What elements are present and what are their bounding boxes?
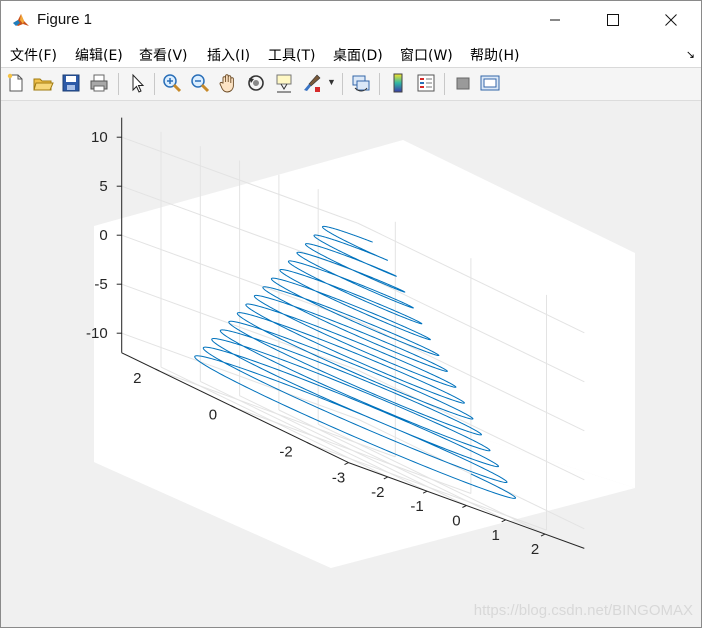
matlab-logo-icon (12, 11, 30, 29)
brush-dropdown-icon[interactable]: ▼ (327, 77, 336, 87)
x-tick-label: -2 (371, 484, 384, 501)
brush-icon[interactable] (301, 72, 323, 94)
data-cursor-icon[interactable] (273, 72, 295, 94)
y-tick-label: -2 (279, 443, 292, 460)
window-title: Figure 1 (37, 11, 93, 28)
z-tick-label: -5 (94, 276, 107, 293)
x-tick-label: 1 (492, 527, 500, 544)
title-bar[interactable]: Figure 1 (1, 1, 701, 39)
menu-insert[interactable]: 插入(I) (207, 45, 250, 65)
toolbar-separator (379, 73, 380, 95)
x-tick-label: 2 (531, 541, 539, 558)
link-plot-icon[interactable] (350, 72, 372, 94)
toolbar-separator (118, 73, 119, 95)
axes-3d[interactable]: -3-2-1012-202-10-50510 (1, 101, 701, 627)
toolbar-separator (342, 73, 343, 95)
maximize-button[interactable] (584, 1, 642, 39)
menu-window[interactable]: 窗口(W) (400, 45, 453, 65)
x-tick-label: -3 (332, 470, 345, 487)
minimize-button[interactable] (526, 1, 584, 39)
z-tick-label: 5 (99, 178, 107, 195)
colorbar-icon[interactable] (387, 72, 409, 94)
print-icon[interactable] (88, 72, 110, 94)
dock-arrow-icon[interactable]: ↘ (686, 48, 695, 61)
x-tick-label: -1 (410, 498, 423, 515)
menu-view[interactable]: 查看(V) (139, 45, 188, 65)
z-tick-label: 0 (99, 227, 107, 244)
save-icon[interactable] (60, 72, 82, 94)
close-icon (665, 14, 677, 26)
zoom-in-icon[interactable] (161, 72, 183, 94)
menu-edit[interactable]: 编辑(E) (75, 45, 123, 65)
menu-desktop[interactable]: 桌面(D) (333, 45, 383, 65)
x-tick (540, 533, 546, 537)
x-tick-label: 0 (452, 513, 460, 530)
show-plot-tools-icon[interactable] (479, 72, 501, 94)
figure-canvas[interactable]: -3 -2 -1 0 1 2 -2 0 2 -10 -5 0 5 10 https://blog.csdn… (1, 101, 701, 627)
toolbar-separator (444, 73, 445, 95)
minimize-icon (550, 19, 560, 21)
figure-window: Figure 1 文件(F) 编辑(E) 查看(V) 插入(I) 工具(T) 桌… (0, 0, 702, 628)
zoom-out-icon[interactable] (189, 72, 211, 94)
hide-plot-tools-icon[interactable] (452, 72, 474, 94)
legend-icon[interactable] (415, 72, 437, 94)
menu-bar: 文件(F) 编辑(E) 查看(V) 插入(I) 工具(T) 桌面(D) 窗口(W… (1, 39, 701, 68)
toolbar-separator (154, 73, 155, 95)
close-button[interactable] (642, 1, 700, 39)
maximize-icon (607, 14, 619, 26)
menu-help[interactable]: 帮助(H) (470, 45, 519, 65)
y-tick-label: 0 (209, 407, 217, 424)
watermark-text: https://blog.csdn.net/BINGOMAX (473, 602, 693, 619)
pan-hand-icon[interactable] (217, 72, 239, 94)
z-tick-label: -10 (86, 325, 108, 342)
menu-file[interactable]: 文件(F) (10, 45, 57, 65)
rotate-3d-icon[interactable] (245, 72, 267, 94)
y-tick-label: 2 (133, 370, 141, 387)
menu-tools[interactable]: 工具(T) (268, 45, 315, 65)
pointer-icon[interactable] (126, 72, 148, 94)
figure-toolbar: ▼ (1, 68, 701, 101)
new-figure-icon[interactable] (5, 72, 27, 94)
open-file-icon[interactable] (32, 72, 54, 94)
z-tick-label: 10 (91, 129, 108, 146)
